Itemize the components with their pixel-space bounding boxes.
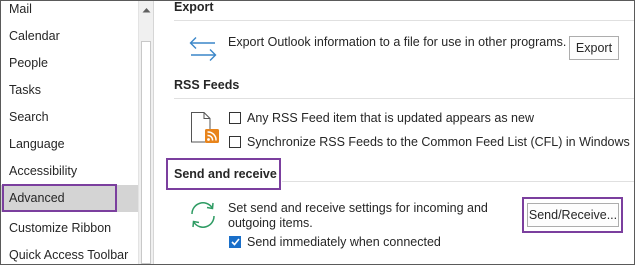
send-receive-description-line2: outgoing items. — [228, 216, 313, 230]
sidebar-item-label: Advanced — [9, 191, 65, 205]
sidebar-item-label: People — [9, 56, 48, 70]
rss-sync-cfl-label: Synchronize RSS Feeds to the Common Feed… — [247, 135, 630, 149]
sidebar-item-calendar[interactable]: Calendar — [1, 23, 138, 50]
rss-new-item-checkbox[interactable] — [229, 112, 241, 124]
sidebar-item-label: Quick Access Toolbar — [9, 248, 129, 262]
sidebar-item-people[interactable]: People — [1, 50, 138, 77]
sidebar-scrollbar[interactable] — [138, 1, 154, 264]
export-divider — [174, 20, 634, 21]
sidebar-item-label: Language — [9, 137, 65, 151]
send-immediately-label: Send immediately when connected — [247, 235, 441, 249]
send-receive-button[interactable]: Send/Receive... — [527, 203, 619, 227]
send-receive-description-line1: Set send and receive settings for incomi… — [228, 201, 488, 215]
sidebar-item-tasks[interactable]: Tasks — [1, 77, 138, 104]
send-immediately-checkbox[interactable] — [229, 236, 241, 248]
sidebar-item-advanced[interactable]: Advanced — [1, 185, 138, 212]
sidebar-item-label: Accessibility — [9, 164, 78, 178]
checkmark-icon — [230, 238, 240, 246]
export-heading: Export — [174, 0, 214, 14]
sidebar-item-accessibility[interactable]: Accessibility — [1, 158, 138, 185]
sidebar-item-label: Calendar — [9, 29, 60, 43]
rss-divider — [174, 98, 634, 99]
sidebar-item-label: Mail — [9, 2, 32, 16]
export-button[interactable]: Export — [569, 36, 619, 60]
sidebar-item-quick-access-toolbar[interactable]: Quick Access Toolbar — [1, 242, 138, 264]
sync-arrows-icon — [191, 202, 215, 228]
options-sidebar: Mail Calendar People Tasks Search Langua… — [1, 1, 138, 264]
send-receive-divider — [282, 181, 634, 182]
sidebar-item-label: Search — [9, 110, 49, 124]
send-receive-heading: Send and receive — [174, 167, 277, 181]
export-arrows-icon — [189, 37, 217, 61]
sidebar-item-label: Tasks — [9, 83, 41, 97]
outlook-options-window: Mail Calendar People Tasks Search Langua… — [0, 0, 635, 265]
rss-sync-cfl-checkbox[interactable] — [229, 136, 241, 148]
sidebar-item-label: Customize Ribbon — [9, 221, 112, 235]
scroll-up-arrow-icon[interactable] — [139, 1, 153, 18]
sidebar-item-search[interactable]: Search — [1, 104, 138, 131]
rss-feeds-heading: RSS Feeds — [174, 78, 240, 92]
sidebar-item-mail[interactable]: Mail — [1, 1, 138, 23]
export-description: Export Outlook information to a file for… — [228, 35, 567, 49]
advanced-options-panel: Export Export Outlook information to a f… — [154, 1, 634, 264]
rss-document-icon — [191, 112, 219, 143]
sidebar-item-customize-ribbon[interactable]: Customize Ribbon — [1, 215, 138, 242]
sidebar-item-language[interactable]: Language — [1, 131, 138, 158]
scroll-thumb[interactable] — [141, 41, 151, 264]
rss-new-item-label: Any RSS Feed item that is updated appear… — [247, 111, 534, 125]
